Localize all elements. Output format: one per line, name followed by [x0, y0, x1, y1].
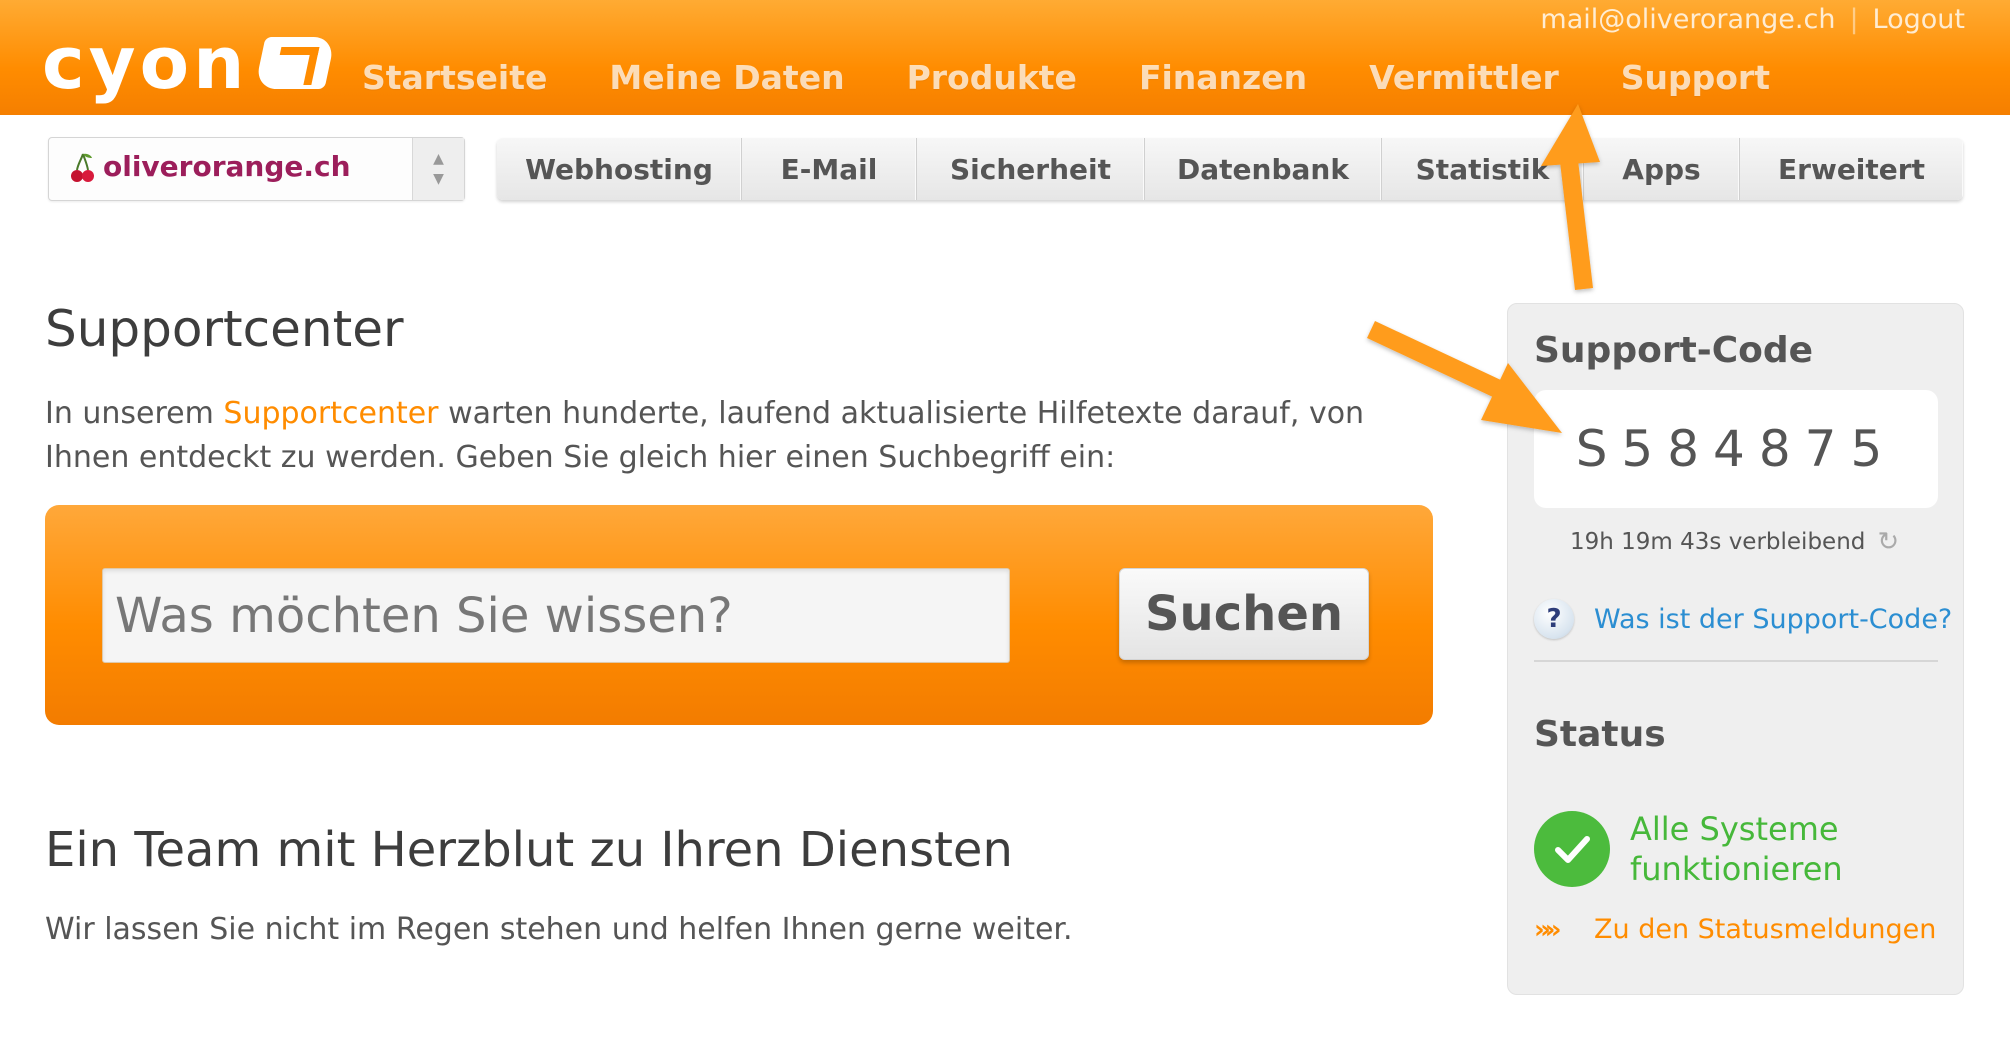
page-title: Supportcenter [45, 300, 404, 358]
tab-apps[interactable]: Apps [1584, 138, 1740, 200]
support-sidebar: Support-Code S584875 19h 19m 43s verblei… [1507, 303, 1964, 995]
support-code-help: ? Was ist der Support-Code? [1534, 599, 1952, 639]
double-chevron-icon: »» [1534, 914, 1562, 945]
domain-select[interactable]: oliverorange.ch ▲ ▼ [48, 137, 465, 201]
question-icon: ? [1534, 599, 1574, 639]
cherry-icon [71, 153, 94, 182]
tab-sicherheit[interactable]: Sicherheit [917, 138, 1145, 200]
intro-before: In unserem [45, 396, 224, 431]
system-status: Alle Systeme funktionieren [1534, 809, 1890, 889]
top-header: cyon Startseite Meine Daten Produkte Fin… [0, 0, 2010, 115]
status-text: Alle Systeme funktionieren [1630, 810, 1843, 888]
checkmark-icon [1534, 811, 1610, 887]
logo-text: cyon [42, 21, 249, 105]
nav-meine-daten[interactable]: Meine Daten [609, 58, 844, 98]
search-button[interactable]: Suchen [1119, 568, 1369, 660]
remaining-text: 19h 19m 43s verbleibend [1570, 529, 1866, 555]
search-input[interactable] [102, 568, 1010, 663]
main-nav: Startseite Meine Daten Produkte Finanzen… [362, 58, 1832, 98]
support-code-remaining: 19h 19m 43s verbleibend ↻ [1570, 529, 1903, 555]
tab-statistik[interactable]: Statistik [1382, 138, 1584, 200]
cyon-logo-icon [254, 37, 336, 89]
search-panel: Suchen [45, 505, 1433, 725]
supportcenter-link[interactable]: Supportcenter [223, 396, 438, 431]
refresh-icon[interactable]: ↻ [1877, 529, 1903, 555]
select-arrows-icon[interactable]: ▲ ▼ [412, 138, 464, 200]
service-tabs: Webhosting E-Mail Sicherheit Datenbank S… [497, 138, 1963, 200]
nav-startseite[interactable]: Startseite [362, 58, 547, 98]
user-links: mail@oliverorange.ch | Logout [1540, 4, 1965, 35]
team-heading: Ein Team mit Herzblut zu Ihren Diensten [45, 822, 1013, 878]
nav-vermittler[interactable]: Vermittler [1369, 58, 1559, 98]
logout-link[interactable]: Logout [1873, 4, 1965, 35]
nav-produkte[interactable]: Produkte [907, 58, 1077, 98]
status-title: Status [1534, 714, 1666, 755]
domain-select-value: oliverorange.ch [103, 150, 351, 183]
status-link-row: »» Zu den Statusmeldungen [1534, 914, 1936, 945]
nav-support[interactable]: Support [1621, 58, 1770, 98]
status-messages-link[interactable]: Zu den Statusmeldungen [1594, 914, 1936, 945]
tab-email[interactable]: E-Mail [742, 138, 917, 200]
nav-finanzen[interactable]: Finanzen [1139, 58, 1307, 98]
team-text: Wir lassen Sie nicht im Regen stehen und… [45, 912, 1073, 947]
tab-webhosting[interactable]: Webhosting [497, 138, 742, 200]
support-code-help-link[interactable]: Was ist der Support-Code? [1594, 604, 1952, 635]
support-code-box: S584875 [1534, 390, 1938, 508]
cyon-logo[interactable]: cyon [42, 21, 336, 105]
sidebar-divider [1534, 660, 1938, 662]
intro-text: In unserem Supportcenter warten hunderte… [45, 392, 1425, 480]
user-links-separator: | [1849, 4, 1859, 35]
tab-erweitert[interactable]: Erweitert [1740, 138, 1963, 200]
user-email-link[interactable]: mail@oliverorange.ch [1540, 4, 1835, 35]
tab-datenbank[interactable]: Datenbank [1145, 138, 1382, 200]
support-code-value: S584875 [1575, 420, 1897, 478]
support-code-title: Support-Code [1534, 330, 1814, 371]
